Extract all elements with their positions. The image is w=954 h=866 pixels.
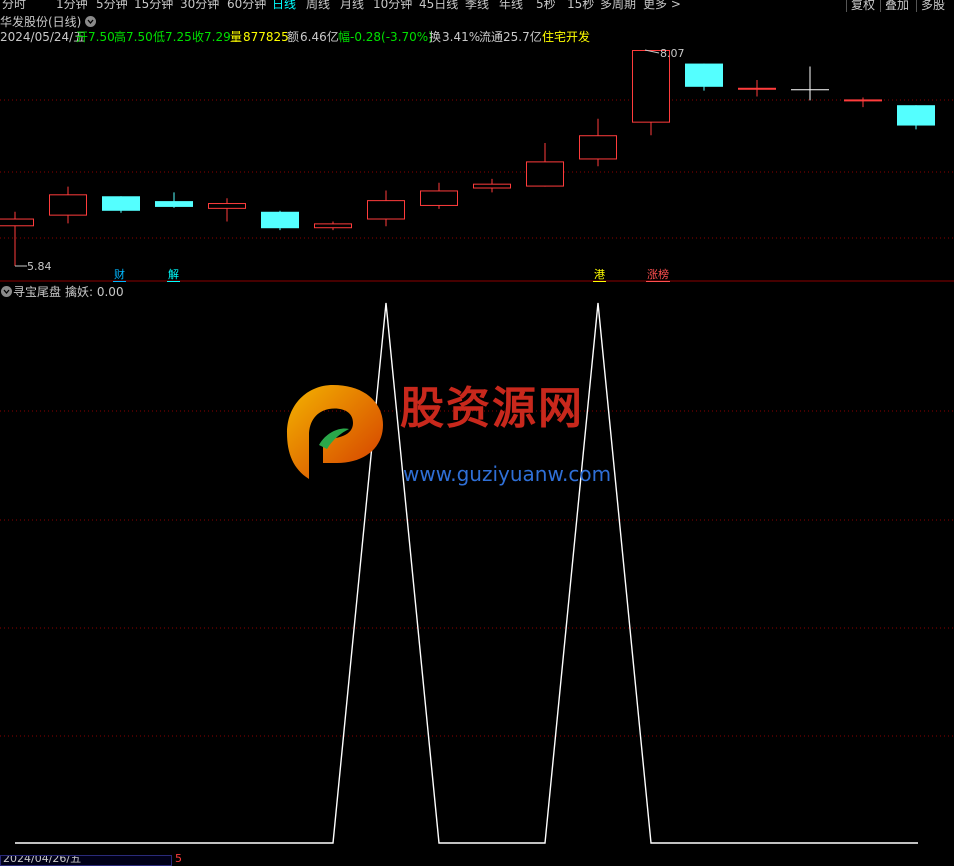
float-value: 25.7亿 <box>503 30 542 44</box>
period-tab[interactable]: 5秒 <box>536 0 556 11</box>
event-marker-tag[interactable]: 涨榜 <box>646 269 670 282</box>
candle-body <box>685 63 723 87</box>
period-toolbar: 分时 1分钟 5分钟 15分钟 30分钟 60分钟 日线 周线 月线 10分钟 45日线 季线 年线 5秒… <box>0 0 954 13</box>
indicator-chart[interactable] <box>0 283 954 856</box>
candle-body <box>420 190 458 206</box>
candle-body <box>844 99 882 102</box>
period-tab[interactable]: 分时 <box>2 0 26 11</box>
turnover-value: 3.41% <box>442 30 481 44</box>
close-label: 收 <box>192 30 205 44</box>
volume-value: 877825 <box>243 30 289 44</box>
turnover-label: 换 <box>429 30 442 44</box>
candle-body <box>155 201 193 207</box>
event-marker-tag[interactable]: 港 <box>593 269 606 282</box>
watermark-url: www.guziyuanw.com <box>403 462 612 486</box>
amount-value: 6.46亿 <box>300 30 339 44</box>
period-tab[interactable]: 45日线 <box>419 0 458 11</box>
period-tab[interactable]: 更多 > <box>643 0 681 11</box>
period-tab[interactable]: 30分钟 <box>180 0 219 11</box>
toolbar-button[interactable]: 叠加 <box>880 0 913 12</box>
candle-body <box>367 200 405 220</box>
candle-body <box>738 87 776 90</box>
candle-body <box>897 105 935 126</box>
candle-body <box>526 161 564 187</box>
period-tab[interactable]: 周线 <box>306 0 330 11</box>
open-value: 7.50 <box>88 30 115 44</box>
candle-body <box>261 211 299 229</box>
period-tab[interactable]: 10分钟 <box>373 0 412 11</box>
sector-label: 住宅开发 <box>542 30 591 44</box>
time-axis: 2024/04/26/五 5 <box>0 852 954 866</box>
event-marker-tag[interactable]: 财 <box>113 269 126 282</box>
quote-date: 2024/05/24/五 <box>0 30 86 44</box>
high-label: 高 <box>114 30 127 44</box>
candle-body <box>314 223 352 229</box>
candle-body <box>102 196 140 211</box>
period-tab[interactable]: 多周期 <box>600 0 636 11</box>
amount-label: 额 <box>287 30 300 44</box>
close-value: 7.29 <box>204 30 231 44</box>
period-tab[interactable]: 15分钟 <box>134 0 173 11</box>
period-tab[interactable]: 年线 <box>499 0 523 11</box>
high-value: 7.50 <box>126 30 153 44</box>
period-tab[interactable]: 1分钟 <box>56 0 88 11</box>
period-tab[interactable]: 5分钟 <box>96 0 128 11</box>
low-value: 7.25 <box>165 30 192 44</box>
candle-body <box>579 135 617 160</box>
candle-body <box>49 194 87 216</box>
brand-logo-icon <box>287 385 383 479</box>
candlestick-chart[interactable]: 8.07 5.84 <box>0 46 954 282</box>
candle-body <box>0 218 34 227</box>
candle-body <box>208 203 246 209</box>
event-marker-tag[interactable]: 解 <box>167 269 180 282</box>
volume-label: 量 <box>230 30 243 44</box>
candle-body <box>632 50 670 123</box>
period-tab[interactable]: 15秒 <box>567 0 594 11</box>
change-label: 幅 <box>338 30 351 44</box>
chevron-down-icon <box>87 19 94 25</box>
stock-title: 华发股份(日线) <box>0 15 82 29</box>
candle-body <box>473 183 511 189</box>
period-tab[interactable]: 日线 <box>272 0 296 11</box>
max-price-label: 8.07 <box>660 47 685 60</box>
watermark-logo <box>283 381 387 483</box>
min-price-label: 5.84 <box>27 260 52 273</box>
open-label: 开 <box>76 30 89 44</box>
period-tab[interactable]: 60分钟 <box>227 0 266 11</box>
date-cursor-box: 2024/04/26/五 <box>0 855 172 866</box>
float-label: 流通 <box>479 30 504 44</box>
watermark-brand: 股资源网 <box>400 383 584 434</box>
dropdown-icon[interactable] <box>85 16 96 27</box>
toolbar-button[interactable]: 多股 <box>916 0 949 12</box>
period-tab[interactable]: 季线 <box>465 0 489 11</box>
period-tab[interactable]: 月线 <box>340 0 364 11</box>
axis-tick-label: 5 <box>175 852 182 865</box>
toolbar-button[interactable]: 复权 <box>846 0 879 12</box>
change-value: -0.28(-3.70%) <box>350 30 433 44</box>
low-label: 低 <box>153 30 166 44</box>
